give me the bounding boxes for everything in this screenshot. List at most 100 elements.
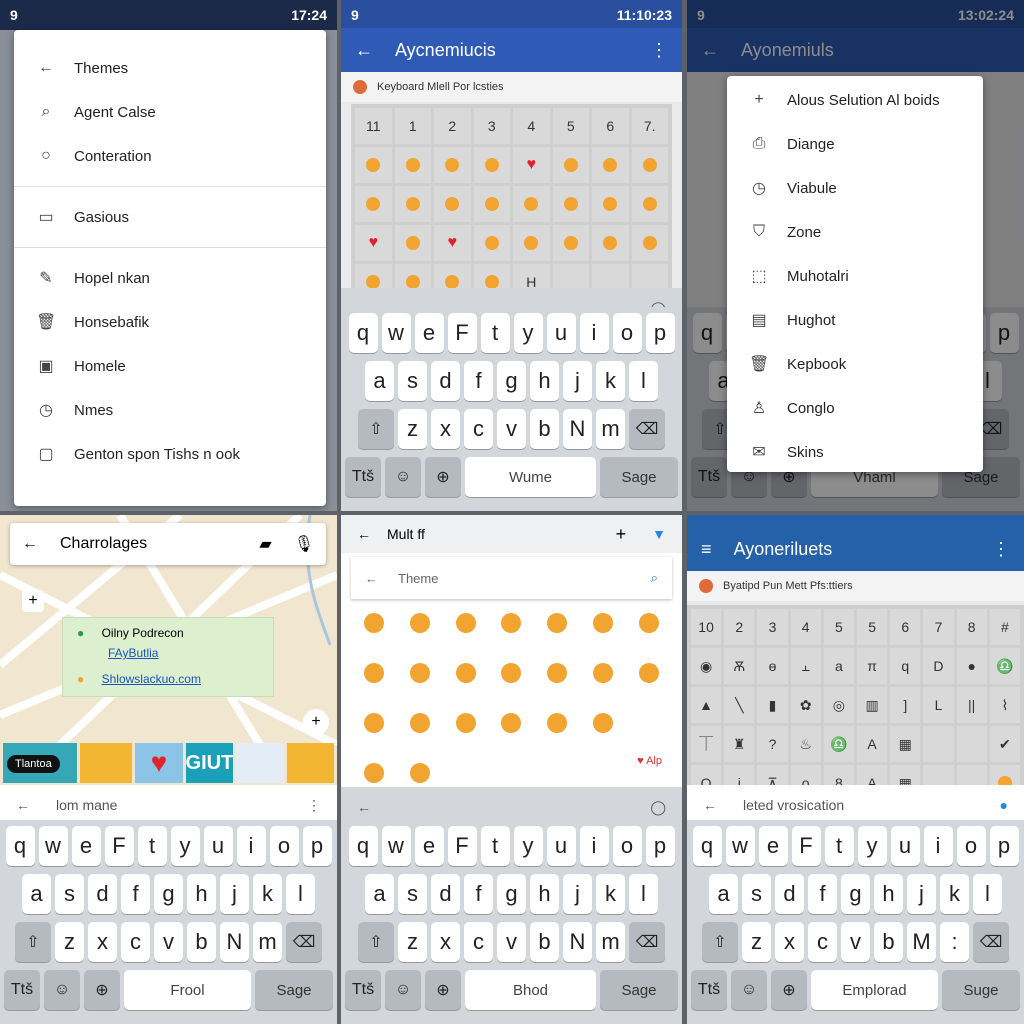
menu-item[interactable]: ▤ Hughot	[727, 298, 983, 342]
grid-cell[interactable]	[443, 703, 489, 743]
key-b[interactable]: b	[530, 922, 559, 962]
key-v[interactable]: v	[841, 922, 870, 962]
key-t[interactable]: t	[824, 826, 854, 866]
key-g[interactable]: g	[154, 874, 183, 914]
grid-cell[interactable]	[513, 225, 550, 261]
back-icon[interactable]: ←	[16, 797, 30, 813]
menu-item[interactable]: ⛉ Zone	[727, 210, 983, 254]
grid-cell[interactable]	[394, 225, 431, 261]
grid-cell[interactable]: ||	[956, 687, 987, 723]
key-n[interactable]: N	[563, 409, 592, 449]
menu-item[interactable]: ◷ Nmes	[14, 388, 326, 432]
diamond-icon[interactable]: ▼	[652, 526, 666, 542]
globe-icon[interactable]: ⊕	[425, 457, 461, 497]
key-t[interactable]: t	[137, 826, 167, 866]
check-icon[interactable]: ●	[1000, 797, 1008, 813]
menu-item[interactable]: 🗑 Kepbook	[727, 342, 983, 386]
key-z[interactable]: z	[398, 409, 427, 449]
search-icon[interactable]: ⌕	[651, 570, 658, 586]
grid-cell[interactable]: D	[923, 648, 954, 684]
grid-cell[interactable]	[355, 147, 392, 183]
key-p[interactable]: p	[645, 826, 675, 866]
grid-cell[interactable]	[534, 703, 580, 743]
back-icon[interactable]: ←	[355, 40, 373, 61]
card-link-url[interactable]: Shlowslackuo.com	[102, 672, 201, 686]
grid-cell[interactable]: ⫠	[790, 648, 821, 684]
grid-cell[interactable]	[397, 653, 443, 693]
grid-cell[interactable]	[580, 603, 626, 643]
grid-tab[interactable]: #	[989, 609, 1020, 645]
shift-key[interactable]: ⇧	[358, 409, 394, 449]
grid-cell[interactable]: ▥	[857, 687, 888, 723]
grid-cell[interactable]	[923, 726, 954, 762]
key-i[interactable]: i	[579, 313, 609, 353]
grid-cell[interactable]	[631, 147, 668, 183]
menu-item[interactable]: ▣ Homele	[14, 344, 326, 388]
grid-cell[interactable]: A	[857, 726, 888, 762]
more-icon[interactable]: ⋮	[307, 797, 321, 814]
key-f[interactable]: F	[447, 313, 477, 353]
grid-cell[interactable]	[631, 186, 668, 222]
grid-cell[interactable]	[394, 147, 431, 183]
key-k[interactable]: k	[596, 361, 625, 401]
key-s[interactable]: s	[398, 361, 427, 401]
grid-cell[interactable]	[473, 147, 510, 183]
back-icon[interactable]: ←	[365, 571, 378, 586]
key-x[interactable]: x	[431, 409, 460, 449]
symbols-key[interactable]: Ttš	[345, 457, 381, 497]
menu-item[interactable]: ⬚ Muhotalri	[727, 254, 983, 298]
grid-tab[interactable]: 6	[890, 609, 921, 645]
grid-cell[interactable]	[956, 726, 987, 762]
menu-item[interactable]: ▢ Genton spon Tishs n ook	[14, 432, 326, 476]
key-m[interactable]: M	[907, 922, 936, 962]
card-link[interactable]: FAyButlia	[108, 646, 158, 660]
key-a[interactable]: a	[709, 874, 738, 914]
key-i[interactable]: i	[579, 826, 609, 866]
key-y[interactable]: y	[857, 826, 887, 866]
key-c[interactable]: c	[464, 409, 493, 449]
key-w[interactable]: w	[381, 826, 411, 866]
key-i[interactable]: i	[236, 826, 266, 866]
grid-cell[interactable]	[473, 225, 510, 261]
grid-cell[interactable]: Ѫ	[724, 648, 755, 684]
key-q[interactable]: q	[5, 826, 35, 866]
grid-cell[interactable]: ♎	[989, 648, 1020, 684]
grid-cell[interactable]: ◉	[691, 648, 722, 684]
grid-tab[interactable]: 4	[790, 609, 821, 645]
key-f[interactable]: F	[447, 826, 477, 866]
grid-cell[interactable]: ✔	[989, 726, 1020, 762]
key-y[interactable]: y	[513, 826, 543, 866]
grid-tab[interactable]: 10	[691, 609, 722, 645]
grid-cell[interactable]: ɵ	[757, 648, 788, 684]
key-e[interactable]: e	[414, 826, 444, 866]
backspace-key[interactable]: ⌫	[629, 922, 665, 962]
key-d[interactable]: d	[431, 361, 460, 401]
folder-icon[interactable]: ▰	[259, 534, 271, 554]
grid-tab[interactable]: 5	[857, 609, 888, 645]
key-x[interactable]: x	[775, 922, 804, 962]
backspace-key[interactable]: ⌫	[973, 922, 1009, 962]
grid-cell[interactable]	[534, 653, 580, 693]
emoji-key[interactable]: ☺	[385, 457, 421, 497]
grid-cell[interactable]: L	[923, 687, 954, 723]
space-key[interactable]: Bhod	[465, 970, 596, 1010]
menu-item[interactable]: ← Themes	[14, 46, 326, 90]
grid-cell[interactable]	[489, 653, 535, 693]
menu-item[interactable]: ✉ Skins	[727, 430, 983, 474]
grid-cell[interactable]	[351, 653, 397, 693]
search-bar[interactable]: ← Charrolages ▰ 🎙	[10, 523, 326, 565]
key-c[interactable]: c	[121, 922, 150, 962]
key-t[interactable]: t	[480, 313, 510, 353]
grid-tab[interactable]: 7	[923, 609, 954, 645]
key-b[interactable]: b	[874, 922, 903, 962]
key-o[interactable]: o	[956, 826, 986, 866]
grid-cell[interactable]	[631, 225, 668, 261]
key-c[interactable]: c	[464, 922, 493, 962]
key-n[interactable]: N	[563, 922, 592, 962]
key-e[interactable]: e	[414, 313, 444, 353]
sticker-strip[interactable]: Tlantoa ♥ GIUT	[0, 743, 337, 783]
key-w[interactable]: w	[381, 313, 411, 353]
key-e[interactable]: e	[758, 826, 788, 866]
key-z[interactable]: z	[398, 922, 427, 962]
key-j[interactable]: j	[563, 361, 592, 401]
